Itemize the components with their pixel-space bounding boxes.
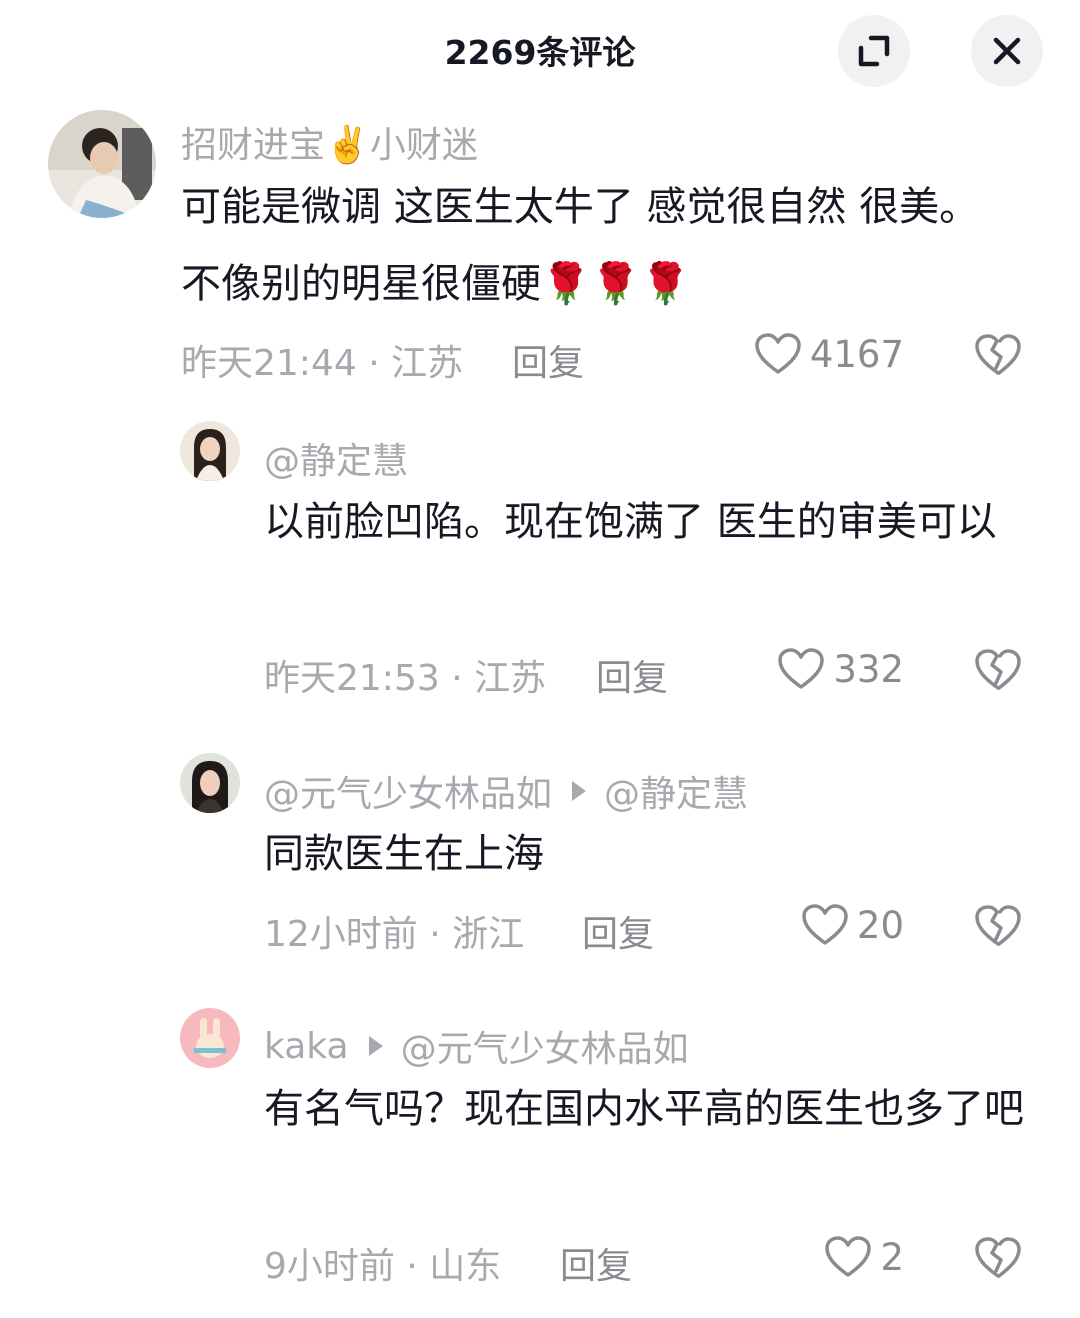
comments-header: 2269条评论: [0, 0, 1080, 100]
dislike-button[interactable]: [974, 332, 1022, 380]
reply-arrow-icon: [368, 1036, 383, 1056]
heart-outline-icon: [802, 904, 848, 945]
avatar[interactable]: [48, 110, 156, 218]
reply-to-name[interactable]: @静定慧: [604, 765, 748, 817]
heart-outline-icon: [755, 333, 801, 374]
comment-meta: 9小时前 · 山东: [264, 1246, 502, 1287]
comment-text: 有名气吗？现在国内水平高的医生也多了吧: [264, 1086, 1024, 1132]
dislike-button[interactable]: [974, 903, 1022, 951]
close-icon: [993, 37, 1021, 65]
heart-outline-icon: [778, 648, 825, 689]
comment-count-title: 2269条评论: [444, 33, 636, 72]
broken-heart-icon: [975, 905, 1021, 946]
comment-username: @元气少女林品如 @静定慧: [264, 765, 748, 817]
avatar[interactable]: [180, 1008, 240, 1068]
reply-button[interactable]: 回复: [560, 1237, 632, 1289]
reply-arrow-icon: [572, 781, 587, 801]
reply-button[interactable]: 回复: [582, 905, 654, 957]
comment-meta: 昨天21:44 · 江苏: [181, 343, 464, 384]
like-button[interactable]: 2: [824, 1235, 904, 1279]
reply-to-name[interactable]: @元气少女林品如: [401, 1020, 689, 1072]
avatar[interactable]: [180, 421, 240, 481]
reply-button[interactable]: 回复: [596, 649, 668, 701]
avatar[interactable]: [180, 753, 240, 813]
comment-username: kaka @元气少女林品如: [264, 1020, 689, 1072]
comment-text: 可能是微调 这医生太牛了 感觉很自然 很美。不像别的明星很僵硬🌹🌹🌹: [181, 184, 980, 307]
broken-heart-icon: [975, 649, 1021, 690]
comment-text: 同款医生在上海: [264, 831, 544, 877]
dislike-button[interactable]: [974, 647, 1022, 695]
author-name[interactable]: @元气少女林品如: [264, 765, 552, 817]
like-button[interactable]: 332: [777, 647, 904, 691]
comment-username[interactable]: 招财进宝✌️小财迷: [181, 116, 478, 168]
comment-meta: 昨天21:53 · 江苏: [264, 658, 547, 699]
expand-icon: [858, 35, 890, 67]
expand-button[interactable]: [838, 15, 910, 87]
heart-outline-icon: [825, 1236, 872, 1277]
like-count: 2: [880, 1235, 904, 1279]
like-count: 4167: [809, 332, 904, 376]
like-count: 20: [856, 903, 904, 947]
close-button[interactable]: [971, 15, 1043, 87]
reply-button[interactable]: 回复: [512, 334, 584, 386]
author-name[interactable]: kaka: [264, 1026, 349, 1067]
broken-heart-icon: [975, 1237, 1021, 1278]
dislike-button[interactable]: [974, 1235, 1022, 1283]
comment-username[interactable]: @静定慧: [264, 432, 408, 484]
broken-heart-icon: [975, 334, 1021, 375]
comment-text: 以前脸凹陷。现在饱满了 医生的审美可以: [264, 499, 997, 545]
like-button[interactable]: 20: [801, 903, 904, 947]
like-button[interactable]: 4167: [754, 332, 904, 376]
comment-meta: 12小时前 · 浙江: [264, 914, 525, 955]
like-count: 332: [833, 647, 904, 691]
